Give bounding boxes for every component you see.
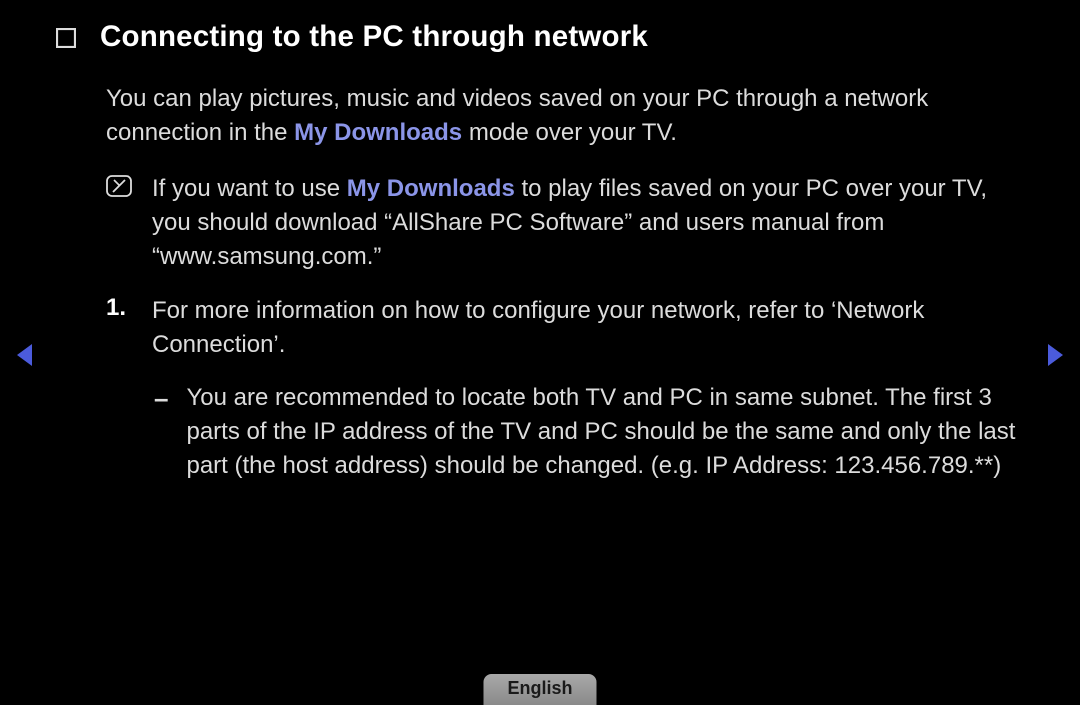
intro-post: mode over your TV. — [462, 119, 677, 146]
manual-page: Connecting to the PC through network You… — [0, 0, 1080, 705]
step-text: For more information on how to configure… — [152, 294, 1024, 362]
title-row: Connecting to the PC through network — [56, 20, 1024, 54]
sub-item-text: You are recommended to locate both TV an… — [186, 381, 1024, 483]
note-highlight: My Downloads — [347, 175, 515, 202]
prev-page-button[interactable] — [14, 342, 36, 373]
intro-paragraph: You can play pictures, music and videos … — [106, 82, 1024, 150]
note-pre: If you want to use — [152, 175, 347, 202]
square-bullet-icon — [56, 28, 76, 48]
note-icon — [106, 175, 132, 197]
page-title: Connecting to the PC through network — [100, 20, 648, 54]
content-area: Connecting to the PC through network You… — [56, 20, 1024, 483]
intro-highlight: My Downloads — [294, 119, 462, 146]
body-text: You can play pictures, music and videos … — [106, 82, 1024, 483]
sub-item: – You are recommended to locate both TV … — [154, 381, 1024, 483]
step-1: 1. For more information on how to config… — [106, 294, 1024, 362]
triangle-right-icon — [1044, 342, 1066, 368]
dash-marker: – — [154, 383, 168, 414]
note-text: If you want to use My Downloads to play … — [152, 172, 1024, 274]
step-number: 1. — [106, 294, 132, 322]
note-row: If you want to use My Downloads to play … — [106, 172, 1024, 274]
next-page-button[interactable] — [1044, 342, 1066, 373]
triangle-left-icon — [14, 342, 36, 368]
language-indicator[interactable]: English — [483, 674, 596, 705]
